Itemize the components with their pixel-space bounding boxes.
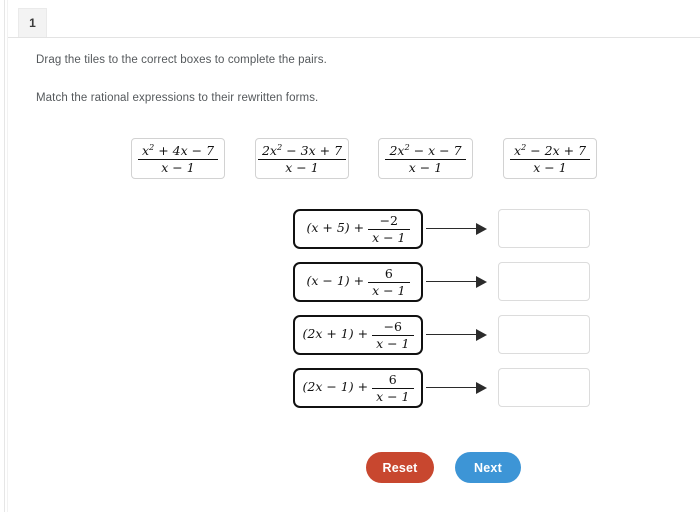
fraction-numerator: 6 <box>388 372 397 388</box>
drag-tile[interactable]: 2x2 − x − 7 x − 1 <box>378 138 473 179</box>
drop-target-box[interactable] <box>498 368 590 407</box>
tile-fraction: x2 + 4x − 7 x − 1 <box>137 142 219 175</box>
drag-tile[interactable]: x2 + 4x − 7 x − 1 <box>131 138 225 179</box>
match-row: (x − 1) + 6 x − 1 <box>293 262 593 302</box>
reset-button[interactable]: Reset <box>366 452 434 483</box>
arrow-right-icon <box>426 223 488 235</box>
instruction-line-2: Match the rational expressions to their … <box>36 92 319 104</box>
question-page: 1 Drag the tiles to the correct boxes to… <box>0 0 700 512</box>
rewritten-expression-box: (x − 1) + 6 x − 1 <box>293 262 423 302</box>
expression-binomial: (x − 1) + <box>306 273 365 289</box>
page-left-border <box>4 0 5 512</box>
expression-fraction: −6 x − 1 <box>372 319 414 351</box>
next-button[interactable]: Next <box>455 452 521 483</box>
fraction-denominator: x − 1 <box>376 388 410 404</box>
tab-bar-divider <box>8 37 700 38</box>
fraction-denominator: x − 1 <box>372 282 406 298</box>
expression-fraction: −2 x − 1 <box>368 213 410 245</box>
expression-content: (x − 1) + 6 x − 1 <box>306 266 410 298</box>
expression-content: (x + 5) + −2 x − 1 <box>306 213 410 245</box>
tile-denominator: x − 1 <box>408 159 443 175</box>
drop-target-box[interactable] <box>498 209 590 248</box>
expression-fraction: 6 x − 1 <box>372 372 414 404</box>
page-left-border-inner <box>7 0 8 512</box>
arrow-right-icon <box>426 276 488 288</box>
fraction-denominator: x − 1 <box>372 229 406 245</box>
drag-tile[interactable]: x2 − 2x + 7 x − 1 <box>503 138 597 179</box>
fraction-numerator: −6 <box>383 319 402 335</box>
fraction-numerator: −2 <box>379 213 399 229</box>
tile-fraction: x2 − 2x + 7 x − 1 <box>509 142 591 175</box>
tile-denominator: x − 1 <box>161 159 195 175</box>
arrow-right-icon <box>426 329 488 341</box>
drop-target-box[interactable] <box>498 262 590 301</box>
match-row: (2x + 1) + −6 x − 1 <box>293 315 593 355</box>
tile-numerator: x2 − 2x + 7 <box>513 142 587 159</box>
tab-question-1[interactable]: 1 <box>18 8 47 37</box>
tile-denominator: x − 1 <box>285 159 319 175</box>
tile-numerator: x2 + 4x − 7 <box>141 142 215 159</box>
expression-binomial: (2x − 1) + <box>302 379 369 395</box>
tab-label: 1 <box>29 16 36 30</box>
expression-content: (2x + 1) + −6 x − 1 <box>302 319 414 351</box>
tile-denominator: x − 1 <box>533 159 567 175</box>
tile-fraction: 2x2 − x − 7 x − 1 <box>385 142 466 175</box>
expression-binomial: (x + 5) + <box>306 220 365 236</box>
drop-target-box[interactable] <box>498 315 590 354</box>
tile-fraction: 2x2 − 3x + 7 x − 1 <box>257 142 347 175</box>
tile-numerator: 2x2 − 3x + 7 <box>261 142 343 159</box>
tile-numerator: 2x2 − x − 7 <box>389 142 462 159</box>
rewritten-expression-box: (x + 5) + −2 x − 1 <box>293 209 423 249</box>
fraction-numerator: 6 <box>384 266 393 282</box>
expression-fraction: 6 x − 1 <box>368 266 410 298</box>
match-row: (x + 5) + −2 x − 1 <box>293 209 593 249</box>
tab-bar: 1 <box>8 0 700 38</box>
fraction-denominator: x − 1 <box>376 335 410 351</box>
instruction-line-1: Drag the tiles to the correct boxes to c… <box>36 54 327 66</box>
rewritten-expression-box: (2x − 1) + 6 x − 1 <box>293 368 423 408</box>
rewritten-expression-box: (2x + 1) + −6 x − 1 <box>293 315 423 355</box>
drag-tile[interactable]: 2x2 − 3x + 7 x − 1 <box>255 138 349 179</box>
arrow-right-icon <box>426 382 488 394</box>
expression-binomial: (2x + 1) + <box>302 326 369 342</box>
expression-content: (2x − 1) + 6 x − 1 <box>302 372 414 404</box>
match-row: (2x − 1) + 6 x − 1 <box>293 368 593 408</box>
